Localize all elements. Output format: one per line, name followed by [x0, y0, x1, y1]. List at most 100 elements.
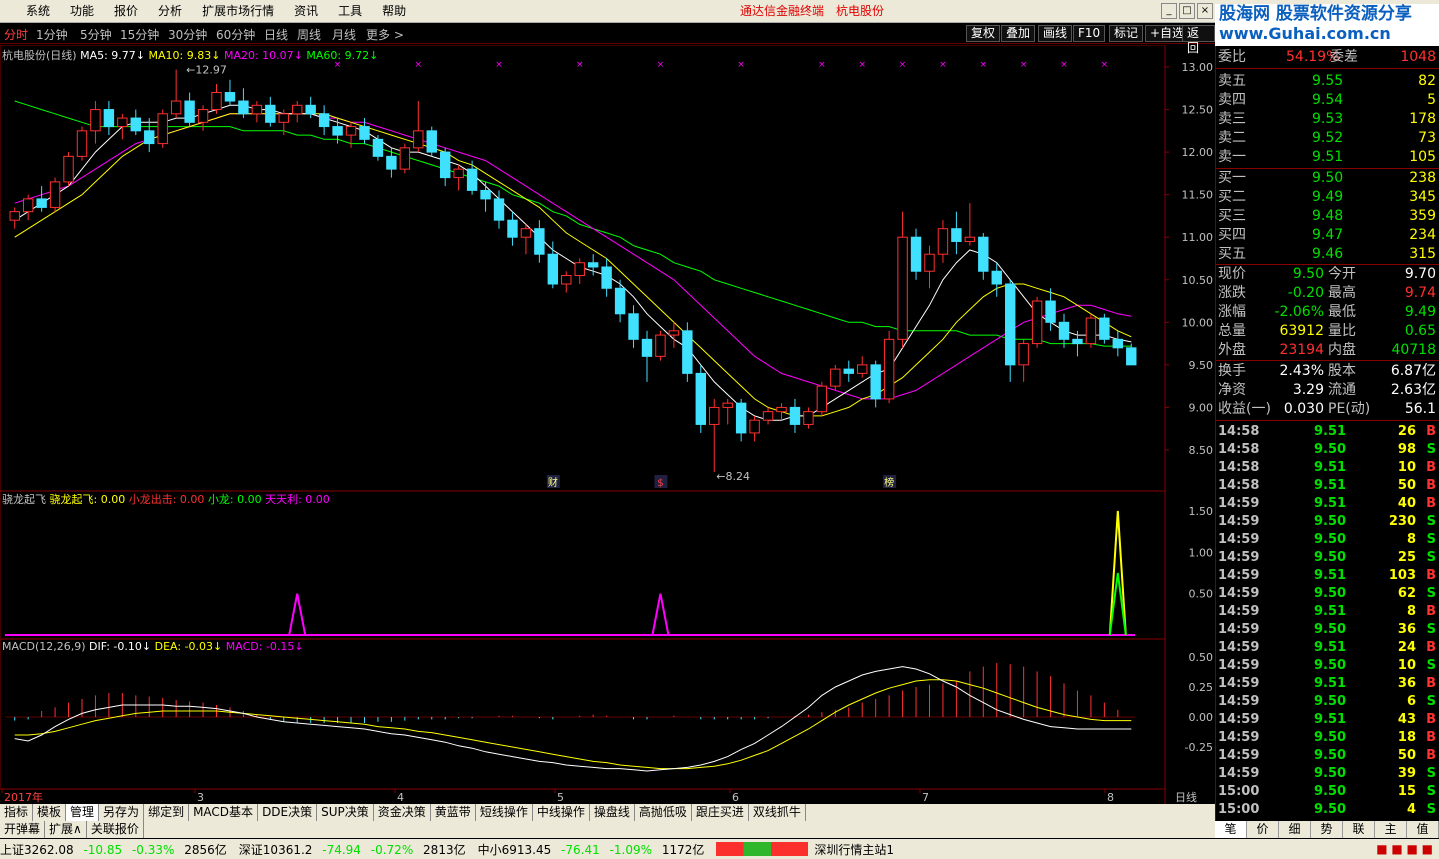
- indicator-tab[interactable]: 黄蓝带: [431, 804, 476, 821]
- quote-tab[interactable]: 价: [1247, 821, 1279, 838]
- toolbar-button[interactable]: F10: [1073, 25, 1106, 42]
- indicator-tab[interactable]: 资金决策: [374, 804, 431, 821]
- indicator-tab[interactable]: 指标: [0, 804, 34, 821]
- tick-time: 14:59: [1218, 514, 1260, 529]
- indicator-tab[interactable]: SUP决策: [317, 804, 374, 821]
- period-tab[interactable]: 5分钟: [80, 26, 112, 43]
- sz-value: 深证10361.2: [238, 842, 313, 857]
- indicator-tab[interactable]: 跟庄买进: [692, 804, 749, 821]
- indicator-tab[interactable]: 绑定到: [144, 804, 190, 821]
- period-tab[interactable]: 周线: [297, 26, 321, 43]
- period-tab[interactable]: 60分钟: [216, 26, 255, 43]
- menu-item[interactable]: 分析: [148, 0, 192, 23]
- period-tab[interactable]: 月线: [332, 26, 356, 43]
- event-marker: ×: [858, 60, 866, 70]
- event-label[interactable]: 财: [548, 476, 558, 489]
- candle-body: [1031, 300, 1043, 345]
- period-tab[interactable]: 30分钟: [168, 26, 207, 43]
- dea-line: [14, 679, 1132, 770]
- event-label[interactable]: 榜: [884, 476, 894, 489]
- maximize-button[interactable]: □: [1179, 3, 1195, 19]
- toolbar-button[interactable]: 复权: [966, 25, 1001, 42]
- weibi-label: 委比: [1218, 49, 1246, 65]
- toolbar-button[interactable]: 画线: [1038, 25, 1073, 42]
- kline-chart[interactable]: 13.00 12.50 12.00 11.50 11.00 10.50 10.00 9.50 9…: [0, 45, 1215, 805]
- tick-side: B: [1426, 604, 1436, 619]
- stat-value: 40718: [1391, 342, 1436, 358]
- candle-body: [534, 228, 545, 255]
- quote-tab[interactable]: 势: [1311, 821, 1343, 838]
- tick-price: 9.50: [1314, 442, 1347, 457]
- quote-tab[interactable]: 细: [1279, 821, 1311, 838]
- tick-price: 9.51: [1314, 460, 1347, 475]
- tick-time: 14:58: [1218, 460, 1260, 475]
- menu-item[interactable]: 扩展市场行情: [192, 0, 284, 23]
- tick-row: 14:58 9.51 50 B: [1216, 477, 1439, 495]
- ind1-spike: [651, 593, 670, 636]
- price-axis-label: 9.50: [1189, 359, 1214, 372]
- tick-time: 14:59: [1218, 676, 1260, 691]
- date-axis-label: 6: [732, 791, 739, 804]
- candle-body: [1099, 317, 1110, 340]
- sell-price: 9.55: [1312, 73, 1344, 89]
- minimize-button[interactable]: _: [1161, 3, 1177, 19]
- menu-item[interactable]: 工具: [328, 0, 372, 23]
- ma60-value: MA60: 9.72: [306, 49, 370, 62]
- event-label[interactable]: $: [657, 478, 663, 489]
- candle-body: [951, 228, 962, 242]
- toolbar-button[interactable]: 标记: [1109, 25, 1144, 42]
- extra-tab[interactable]: 开弹幕: [0, 821, 46, 838]
- extra-tab[interactable]: 扩展∧: [45, 821, 87, 838]
- tick-volume: 39: [1397, 766, 1416, 781]
- sell-price: 9.52: [1312, 130, 1344, 146]
- separator: [1216, 420, 1439, 421]
- candle-body: [386, 155, 397, 170]
- quote-tab[interactable]: 主: [1375, 821, 1407, 838]
- period-tab[interactable]: 15分钟: [120, 26, 159, 43]
- menu-item[interactable]: 资讯: [284, 0, 328, 23]
- indicator-tab[interactable]: MACD基本: [189, 804, 259, 821]
- quote-tab[interactable]: 值: [1407, 821, 1439, 838]
- extra-tab[interactable]: 关联报价: [87, 821, 144, 838]
- date-axis-label: 2017年: [4, 790, 43, 804]
- indicator-tab[interactable]: 中线操作: [533, 804, 590, 821]
- candle-body: [9, 211, 20, 221]
- indicator-tab[interactable]: DDE决策: [258, 804, 318, 821]
- tick-side: B: [1426, 424, 1436, 439]
- period-tab[interactable]: 更多 >: [366, 26, 404, 43]
- quote-tab[interactable]: 联: [1343, 821, 1375, 838]
- close-button[interactable]: ×: [1197, 3, 1213, 19]
- indicator-tab[interactable]: 另存为: [99, 804, 145, 821]
- candle-body: [628, 313, 639, 340]
- indicator-tab[interactable]: 双线抓牛: [749, 804, 806, 821]
- toolbar-button[interactable]: 返回: [1182, 25, 1215, 55]
- menu-item[interactable]: 系统: [16, 0, 60, 23]
- stat2-value: 6.87亿: [1390, 363, 1436, 379]
- chart-canvas[interactable]: 13.00 12.50 12.00 11.50 11.00 10.50 10.00 9.50 9…: [0, 45, 1215, 805]
- ma5-line: [14, 104, 1132, 421]
- menu-item[interactable]: 帮助: [372, 0, 416, 23]
- toolbar-button[interactable]: 叠加: [1001, 25, 1036, 42]
- quote-tab[interactable]: 笔: [1215, 821, 1247, 838]
- buy-level: 买三 9.48 359: [1216, 207, 1439, 226]
- candle-body: [574, 262, 585, 277]
- tick-volume: 10: [1397, 460, 1416, 475]
- price-axis-label: 10.00: [1182, 316, 1214, 329]
- indicator-tab[interactable]: 短线操作: [476, 804, 533, 821]
- candle-body: [184, 100, 195, 123]
- candle-body: [803, 411, 814, 425]
- period-tab[interactable]: 1分钟: [36, 26, 68, 43]
- indicator-tab[interactable]: 模板: [33, 804, 67, 821]
- indicator-tab[interactable]: 操盘线: [590, 804, 635, 821]
- period-tab[interactable]: 日线: [264, 26, 288, 43]
- menu-item[interactable]: 报价: [104, 0, 148, 23]
- period-tab[interactable]: 分时: [4, 26, 28, 43]
- indicator-tab[interactable]: 管理: [66, 804, 100, 821]
- candle-body: [655, 334, 666, 357]
- tick-volume: 40: [1397, 496, 1416, 511]
- tick-row: 14:59 9.50 18 B: [1216, 729, 1439, 747]
- event-marker: ×: [1060, 60, 1068, 70]
- indicator-tab[interactable]: 高抛低吸: [635, 804, 692, 821]
- menu-item[interactable]: 功能: [60, 0, 104, 23]
- candle-body: [117, 117, 128, 128]
